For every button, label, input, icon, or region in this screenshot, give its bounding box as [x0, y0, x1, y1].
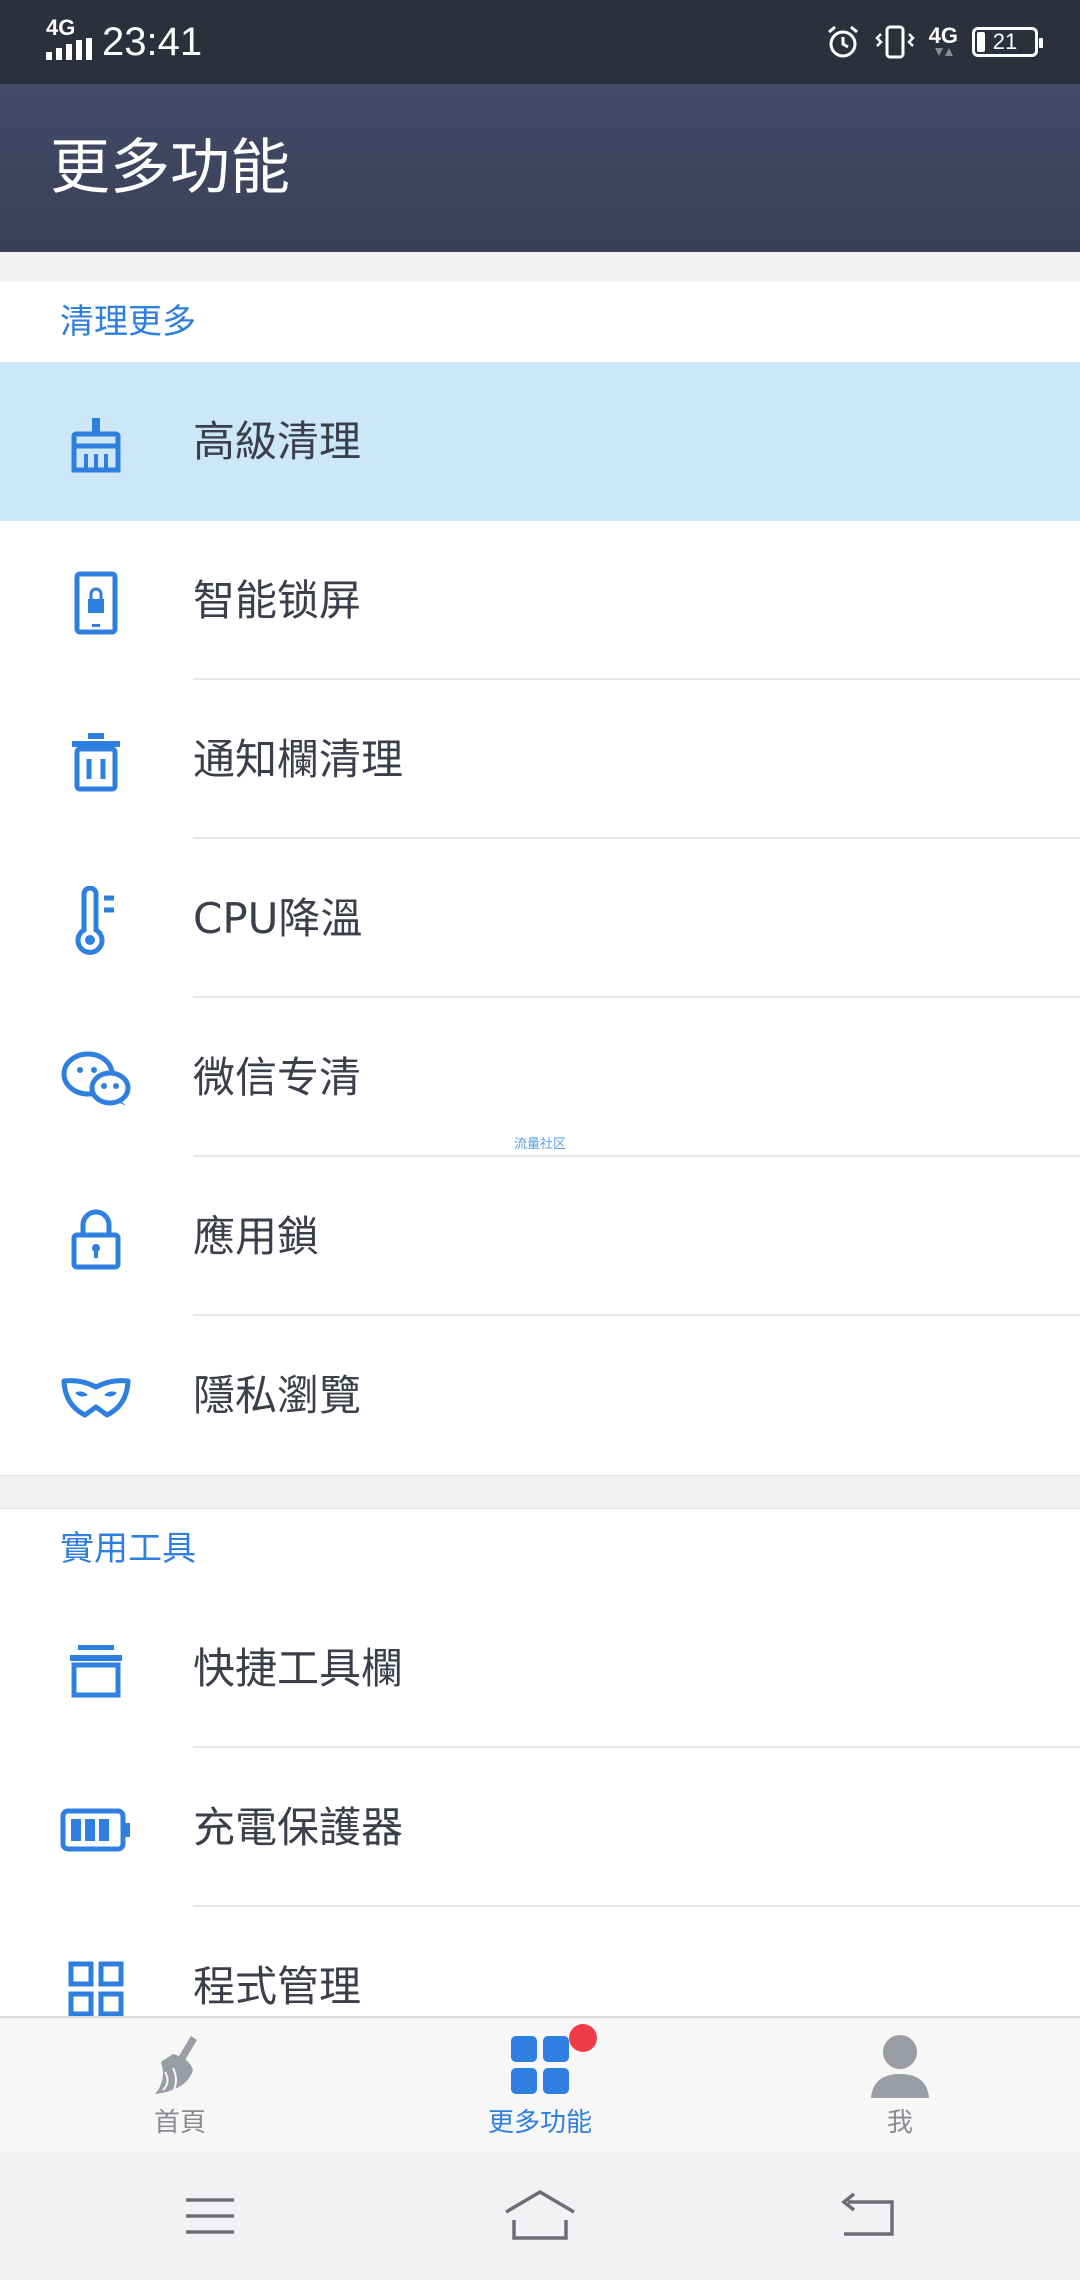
- broom-icon: [58, 406, 134, 482]
- vibrate-icon: [874, 25, 915, 59]
- menu-icon: [186, 2198, 234, 2234]
- nav-more-features[interactable]: 更多功能: [440, 2024, 640, 2148]
- section-tools: 實用工具 快捷工具欄 充電保護器 程式管理: [0, 1509, 1080, 2066]
- list-item-label: 微信专清: [193, 1053, 362, 1102]
- network-type-right: 4G: [929, 25, 958, 58]
- menu-button[interactable]: [172, 2188, 252, 2244]
- battery-level: 21: [992, 29, 1018, 54]
- list-item-label: 快捷工具欄: [193, 1644, 404, 1693]
- status-time: 23:41: [102, 20, 203, 64]
- system-navigation-bar: [0, 2152, 1080, 2280]
- thermometer-icon: [58, 883, 134, 959]
- trash-icon: [58, 724, 134, 800]
- list-item-label: CPU降溫: [193, 894, 363, 943]
- broom-icon: [147, 2032, 213, 2098]
- back-icon: [841, 2192, 894, 2236]
- list-item-quick-toolbar[interactable]: 快捷工具欄: [0, 1589, 1080, 1748]
- list-item-charging-protector[interactable]: 充電保護器: [0, 1748, 1080, 1907]
- list-item-advanced-clean[interactable]: 高級清理: [0, 362, 1080, 521]
- watermark: 流量社区: [514, 1137, 567, 1152]
- bottom-navigation: 首頁 更多功能 我: [0, 2016, 1080, 2154]
- notification-badge: [569, 2024, 597, 2052]
- list-item-label: 智能锁屏: [193, 576, 362, 625]
- list-item-notification-clean[interactable]: 通知欄清理: [0, 680, 1080, 839]
- phone-lock-icon: [58, 565, 134, 641]
- list-item-label: 隱私瀏覽: [193, 1371, 362, 1420]
- list-item-label: 應用鎖: [193, 1212, 320, 1261]
- back-button[interactable]: [830, 2188, 910, 2244]
- status-bar: 4G 23:41 4G 21: [0, 0, 1080, 84]
- section-cleaning: 清理更多 高級清理 智能锁屏 通知欄清理 CPU降溫 微信专清 應用鎖 隱私瀏覽: [0, 282, 1080, 1475]
- list-item-label: 充電保護器: [193, 1803, 404, 1852]
- list-item-smart-lock-screen[interactable]: 智能锁屏: [0, 521, 1080, 680]
- home-button[interactable]: [500, 2188, 580, 2244]
- nav-home[interactable]: 首頁: [80, 2028, 280, 2148]
- mask-icon: [58, 1360, 134, 1436]
- list-item-label: 程式管理: [193, 1962, 362, 2011]
- battery-icon: 21: [972, 27, 1043, 57]
- toolbox-icon: [58, 1633, 134, 1709]
- alarm-icon: [827, 25, 858, 58]
- list-item-private-browsing[interactable]: 隱私瀏覽: [0, 1316, 1080, 1475]
- nav-label: 首頁: [153, 2108, 206, 2138]
- nav-label: 我: [886, 2108, 913, 2138]
- apps-grid-icon: [507, 2024, 597, 2098]
- feature-list: 清理更多 高級清理 智能锁屏 通知欄清理 CPU降溫 微信专清 應用鎖 隱私瀏覽…: [0, 282, 1080, 2066]
- person-icon: [867, 2032, 933, 2098]
- padlock-icon: [58, 1201, 134, 1277]
- list-item-cpu-cooler[interactable]: CPU降溫: [0, 839, 1080, 998]
- data-arrows-icon: [935, 48, 954, 56]
- page-title: 更多功能: [50, 133, 290, 203]
- list-item-app-lock[interactable]: 應用鎖: [0, 1157, 1080, 1316]
- section-title-cleaning: 清理更多: [60, 302, 196, 342]
- home-icon: [505, 2189, 575, 2240]
- network-type-left: 4G: [46, 15, 76, 40]
- nav-me[interactable]: 我: [800, 2028, 1000, 2148]
- section-title-tools: 實用工具: [60, 1529, 196, 1569]
- wechat-icon: [58, 1042, 134, 1118]
- app-header: 更多功能: [0, 84, 1080, 252]
- nav-label: 更多功能: [487, 2108, 592, 2138]
- signal-icon: 4G: [46, 15, 92, 60]
- battery-icon: [58, 1792, 134, 1868]
- list-item-label: 高級清理: [193, 417, 362, 466]
- list-item-label: 通知欄清理: [193, 735, 404, 784]
